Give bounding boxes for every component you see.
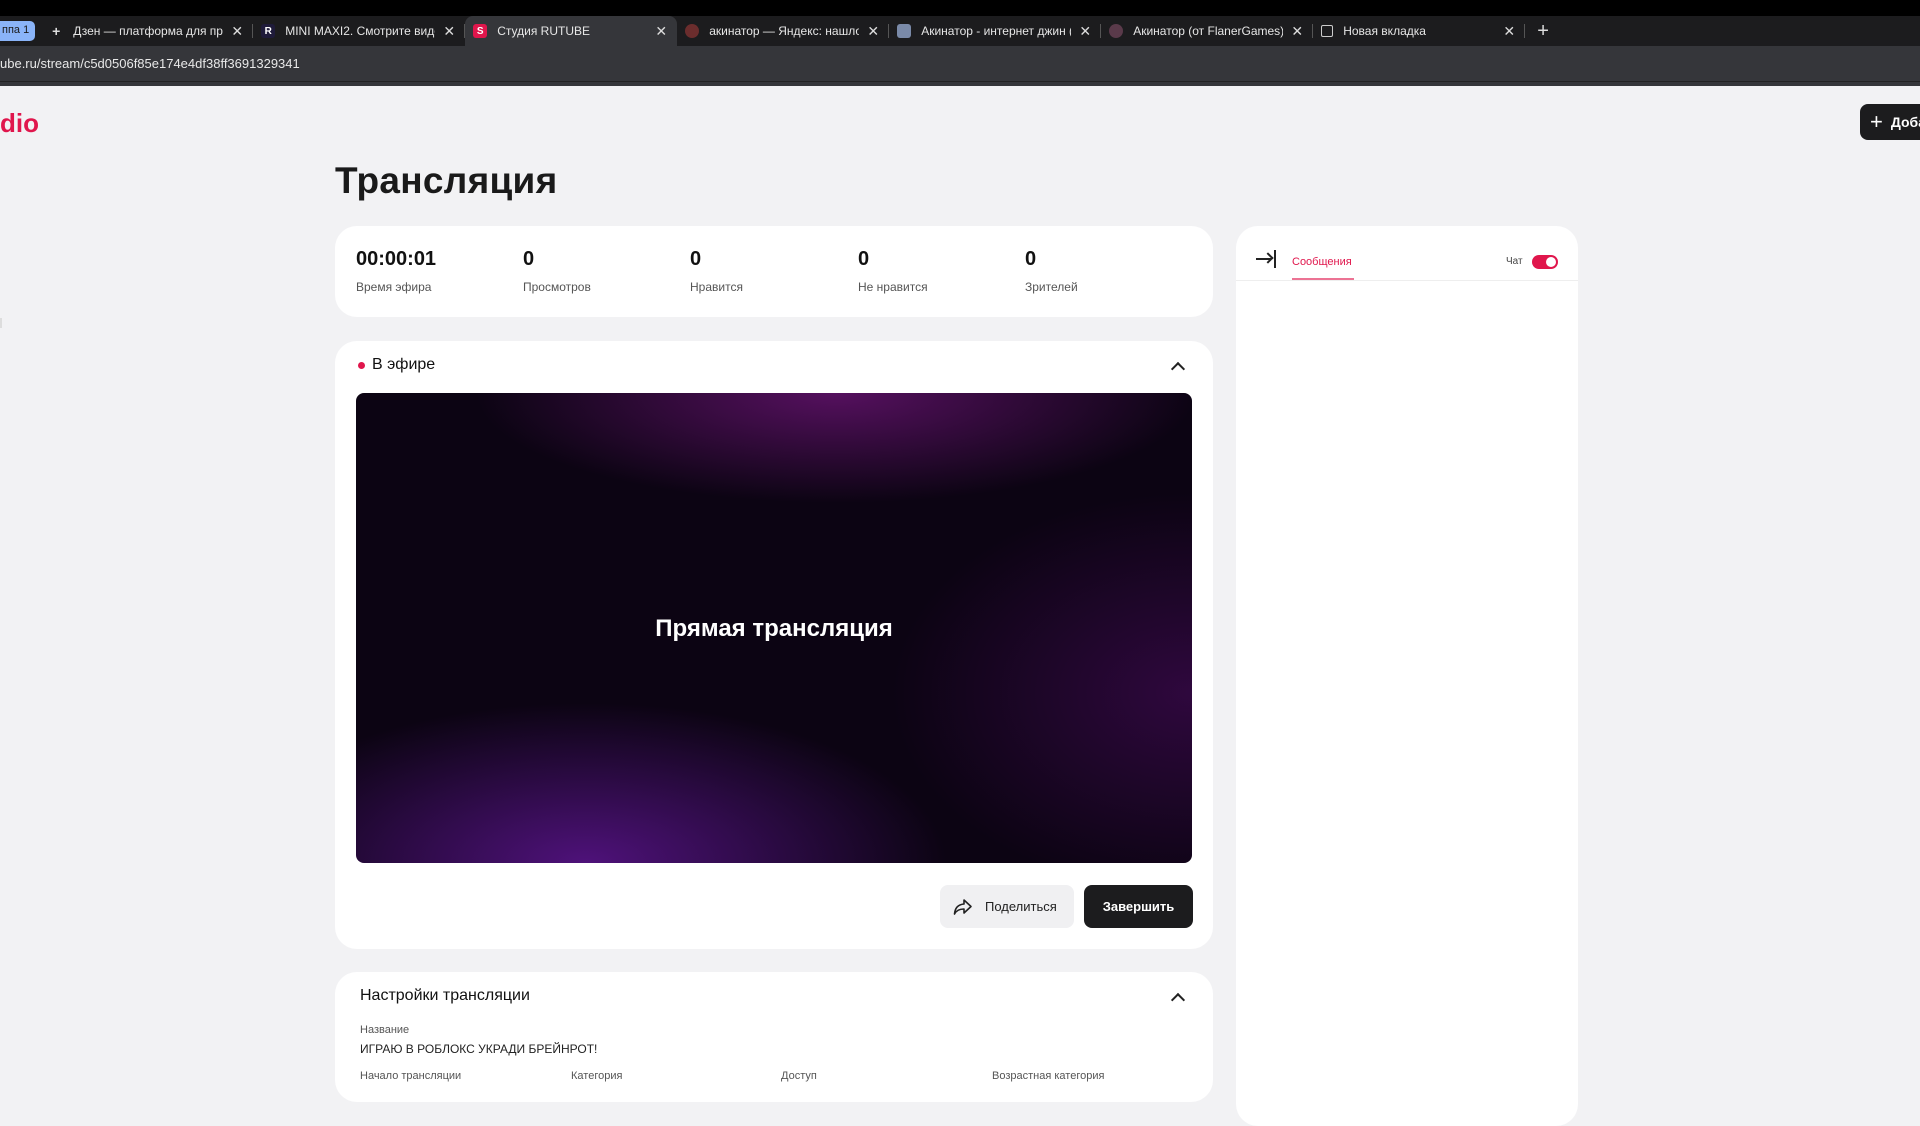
stat-value: 0 — [858, 248, 870, 270]
stream-settings-card: Настройки трансляции Название ИГРАЮ В РО… — [335, 972, 1213, 1102]
live-dot-icon — [358, 361, 365, 369]
stat-label: Зрителей — [1025, 280, 1078, 294]
tab-group-label[interactable]: ппа 1 — [0, 21, 36, 41]
chevron-up-icon[interactable] — [1168, 357, 1188, 377]
live-status-label: В эфире — [372, 356, 436, 373]
collapse-panel-icon[interactable] — [1256, 250, 1276, 268]
stat-value: 0 — [1025, 248, 1037, 270]
tab-studio-rutube[interactable]: S Студия RUTUBE ✕ — [465, 16, 678, 46]
settings-title: Настройки трансляции — [360, 987, 530, 1004]
studio-icon: S — [473, 24, 488, 38]
divider — [1236, 280, 1578, 281]
tab-yandex[interactable]: акинатор — Яндекс: нашлось 15 ✕ — [677, 16, 890, 46]
live-card: В эфире Прямая трансляция Поделиться Зав… — [335, 341, 1213, 949]
player-title: Прямая трансляция — [655, 615, 893, 642]
add-button[interactable]: + Доба — [1860, 104, 1920, 140]
add-button-label: Доба — [1890, 114, 1920, 130]
stat-value: 0 — [690, 248, 702, 270]
newtab-icon — [1321, 25, 1334, 37]
video-player[interactable]: Прямая трансляция — [356, 393, 1192, 863]
tab-label: акинатор — Яндекс: нашлось 15 — [709, 24, 860, 38]
finish-button[interactable]: Завершить — [1084, 885, 1193, 928]
stat-label: Не нравится — [858, 280, 928, 294]
toolbar-divider — [0, 82, 1920, 86]
share-button[interactable]: Поделиться — [940, 885, 1074, 928]
stat-label: Нравится — [690, 280, 743, 294]
close-icon[interactable]: ✕ — [229, 23, 245, 40]
tab-label: Студия RUTUBE — [497, 24, 590, 38]
stat-airtime: 00:00:01 Время эфира — [356, 248, 436, 294]
close-icon[interactable]: ✕ — [1289, 23, 1305, 40]
stat-likes: 0 Нравится — [690, 248, 743, 294]
age-label: Возрастная категория — [992, 1070, 1105, 1082]
akinator2-icon — [1109, 24, 1124, 38]
tab-messages[interactable]: Сообщения — [1292, 256, 1352, 268]
address-bar: ube.ru/stream/c5d0506f85e174e4df38ff3691… — [0, 46, 1920, 82]
stats-card: 00:00:01 Время эфира 0 Просмотров 0 Нрав… — [335, 226, 1213, 317]
url-field[interactable]: ube.ru/stream/c5d0506f85e174e4df38ff3691… — [0, 56, 300, 71]
studio-logo[interactable]: dio — [0, 108, 39, 139]
close-icon[interactable]: ✕ — [865, 23, 881, 40]
live-status: В эфире — [358, 356, 435, 374]
share-icon — [953, 898, 972, 915]
new-tab-icon[interactable]: + — [1537, 20, 1549, 43]
close-icon[interactable]: ✕ — [1077, 23, 1093, 40]
close-icon[interactable]: ✕ — [653, 23, 669, 40]
sidebar-edge-mark — [0, 318, 2, 328]
tab-bar: ппа 1 + Дзен — платформа для просмотра ✕… — [0, 16, 1920, 46]
plus-icon: + — [1870, 109, 1883, 134]
name-value: ИГРАЮ В РОБЛОКС УКРАДИ БРЕЙНРОТ! — [360, 1042, 598, 1056]
tab-label: Акинатор - интернет джин (от Е — [921, 24, 1071, 38]
stat-label: Просмотров — [523, 280, 591, 294]
stat-value: 0 — [523, 248, 535, 270]
plus-icon: + — [52, 23, 61, 39]
stat-label: Время эфира — [356, 280, 432, 294]
stat-dislikes: 0 Не нравится — [858, 248, 928, 294]
rutube-icon: R — [261, 24, 276, 38]
stat-views: 0 Просмотров — [523, 248, 591, 294]
tab-dzen[interactable]: + Дзен — платформа для просмотра ✕ — [41, 16, 254, 46]
tab-akinator-flaner[interactable]: Акинатор (от FlanerGames): Игра ✕ — [1101, 16, 1314, 46]
close-icon[interactable]: ✕ — [441, 23, 457, 40]
akinator-icon — [897, 24, 912, 38]
tab-akinator[interactable]: Акинатор - интернет джин (от Е ✕ — [889, 16, 1102, 46]
tab-label: MINI MAXI2. Смотрите видео онлайн — [285, 24, 435, 38]
stat-value: 00:00:01 — [356, 248, 437, 270]
chat-toggle-label: Чат — [1506, 256, 1523, 267]
chat-panel: Сообщения Чат — [1236, 226, 1578, 1126]
start-label: Начало трансляции — [360, 1070, 462, 1082]
tab-label: Дзен — платформа для просмотра — [73, 24, 223, 38]
tab-mini-maxi[interactable]: R MINI MAXI2. Смотрите видео онлайн ✕ — [253, 16, 466, 46]
share-label: Поделиться — [985, 899, 1057, 914]
chat-toggle[interactable] — [1532, 255, 1558, 269]
page-title: Трансляция — [335, 160, 558, 201]
name-label: Название — [360, 1024, 410, 1036]
yandex-icon — [685, 24, 700, 38]
window-top-strip — [0, 0, 1920, 16]
chevron-up-icon[interactable] — [1168, 988, 1188, 1008]
tab-label: Новая вкладка — [1343, 24, 1426, 38]
close-icon[interactable]: ✕ — [1501, 23, 1517, 40]
category-label: Категория — [571, 1070, 623, 1082]
tab-label: Акинатор (от FlanerGames): Игра — [1133, 24, 1284, 38]
access-label: Доступ — [781, 1070, 817, 1082]
tab-new[interactable]: Новая вкладка ✕ — [1313, 16, 1526, 46]
stat-viewers: 0 Зрителей — [1025, 248, 1078, 294]
